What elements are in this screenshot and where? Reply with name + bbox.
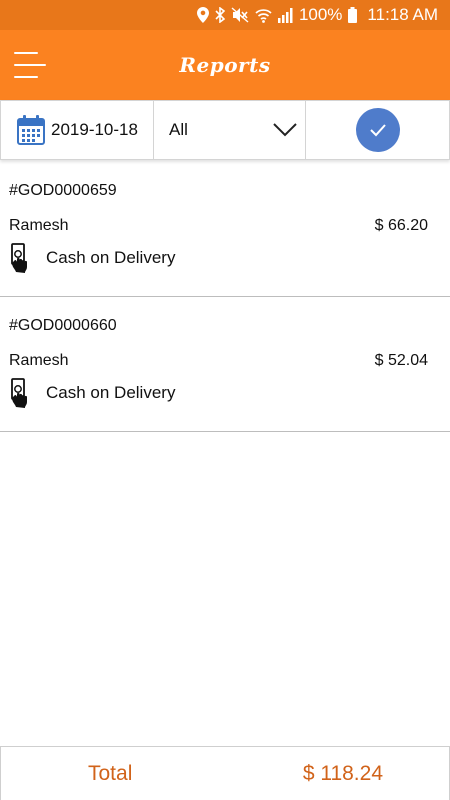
payment-method-label: Cash on Delivery <box>46 248 176 267</box>
signal-icon <box>277 7 293 23</box>
payment-method: Cash on Delivery <box>9 243 428 273</box>
page-title: Reports <box>179 53 271 77</box>
cash-hand-icon <box>9 378 34 408</box>
wifi-icon <box>255 8 272 23</box>
order-id: #GOD0000660 <box>9 317 117 334</box>
date-picker[interactable]: 2019-10-18 <box>1 101 154 159</box>
cash-hand-icon <box>9 243 34 273</box>
status-time: 11:18 AM <box>367 5 438 24</box>
total-label: Total <box>88 761 133 785</box>
order-amount: $ 66.20 <box>374 217 428 234</box>
check-icon <box>369 123 387 137</box>
status-bar: 100% 11:18 AM <box>0 0 450 30</box>
payment-method-label: Cash on Delivery <box>46 383 176 402</box>
battery-percent: 100% <box>298 5 343 24</box>
order-id: #GOD0000659 <box>9 182 117 199</box>
confirm-cell <box>306 101 449 159</box>
menu-icon[interactable] <box>14 52 46 78</box>
customer-name: Ramesh <box>9 352 69 369</box>
customer-name: Ramesh <box>9 217 69 234</box>
chevron-down-icon <box>273 123 297 137</box>
total-amount: $ 118.24 <box>302 761 383 785</box>
order-amount: $ 52.04 <box>374 352 428 369</box>
calendar-icon <box>17 115 45 145</box>
bluetooth-icon <box>215 7 225 23</box>
location-icon <box>196 7 209 23</box>
app-bar: Reports <box>0 30 450 100</box>
battery-icon <box>348 7 358 23</box>
date-value: 2019-10-18 <box>51 120 138 139</box>
order-item[interactable]: #GOD0000659 Ramesh $ 66.20 Cash on Deliv… <box>0 162 450 297</box>
total-bar: Total $ 118.24 <box>0 746 450 800</box>
status-dropdown[interactable]: All <box>154 101 306 159</box>
order-row: Ramesh $ 66.20 <box>9 217 428 235</box>
status-dropdown-value: All <box>169 120 188 139</box>
filter-bar: 2019-10-18 All <box>0 100 450 160</box>
payment-method: Cash on Delivery <box>9 378 428 408</box>
mute-icon <box>231 7 249 23</box>
order-item[interactable]: #GOD0000660 Ramesh $ 52.04 Cash on Deliv… <box>0 297 450 432</box>
order-list: #GOD0000659 Ramesh $ 66.20 Cash on Deliv… <box>0 162 450 432</box>
order-row: Ramesh $ 52.04 <box>9 352 428 370</box>
confirm-button[interactable] <box>355 108 400 152</box>
